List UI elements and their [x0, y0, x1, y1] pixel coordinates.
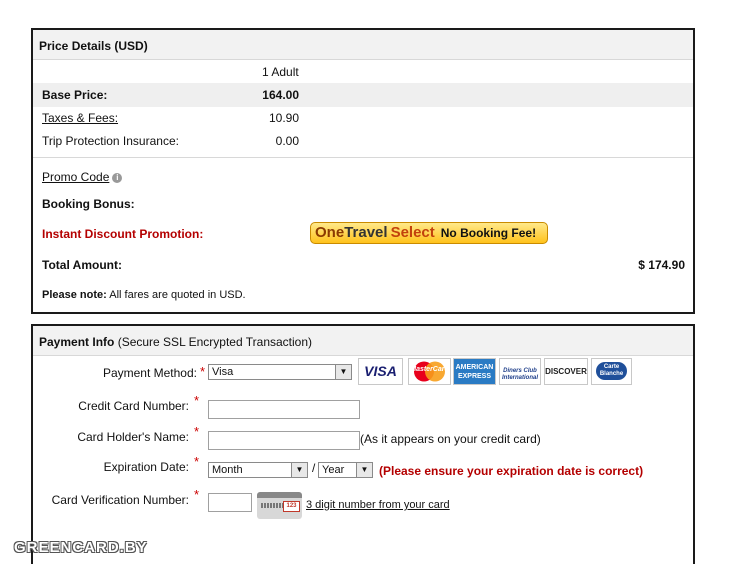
- chevron-down-icon: ▼: [356, 463, 372, 477]
- date-separator: /: [312, 461, 316, 475]
- note-text: All fares are quoted in USD.: [109, 289, 246, 301]
- card-verification-label: Card Verification Number:: [51, 493, 189, 507]
- required-mark: *: [194, 487, 200, 502]
- booking-bonus-label: Booking Bonus:: [42, 197, 135, 211]
- payment-method-label: Payment Method:: [102, 366, 197, 380]
- expiration-warning: (Please ensure your expiration date is c…: [379, 464, 644, 478]
- card-holder-name-label: Card Holder's Name:: [77, 430, 189, 444]
- card-holder-hint: (As it appears on your credit card): [360, 432, 541, 446]
- expiration-date-label: Expiration Date:: [103, 460, 189, 474]
- payment-info-header: Payment Info (Secure SSL Encrypted Trans…: [33, 326, 693, 356]
- chevron-down-icon: ▼: [291, 463, 307, 477]
- taxes-fees-value: 10.90: [268, 111, 299, 125]
- payment-info-title: Payment Info: [39, 335, 115, 349]
- payment-method-value: Visa: [212, 366, 234, 378]
- payment-info-subtitle: (Secure SSL Encrypted Transaction): [117, 335, 313, 349]
- amex-logo-icon: AMERICAN EXPRESS: [453, 358, 496, 385]
- credit-card-number-input[interactable]: [208, 400, 360, 419]
- promo-code-row: Promo Code i: [42, 170, 123, 184]
- trip-protection-value: 0.00: [275, 134, 299, 148]
- watermark: GREENCARD.BY: [14, 539, 148, 556]
- payment-method-select[interactable]: Visa ▼: [208, 364, 352, 380]
- discover-logo-icon: DISCOVER: [544, 358, 588, 385]
- chevron-down-icon: ▼: [335, 365, 351, 379]
- expiration-month-value: Month: [212, 464, 243, 476]
- cvv-help-link[interactable]: 3 digit number from your card: [306, 499, 450, 511]
- base-price-label: Base Price:: [42, 88, 108, 102]
- price-details-header: Price Details (USD): [33, 30, 693, 60]
- total-amount-value: $ 174.90: [638, 258, 685, 272]
- mastercard-logo-icon: MasterCard: [408, 358, 451, 385]
- required-mark: *: [194, 393, 200, 408]
- expiration-year-value: Year: [322, 464, 345, 476]
- trip-protection-label: Trip Protection Insurance:: [42, 134, 179, 148]
- base-price-row: [33, 83, 693, 107]
- taxes-fees-link[interactable]: Taxes & Fees:: [42, 111, 118, 125]
- badge-one: One: [315, 224, 345, 241]
- diners-club-logo-icon: Diners Club International: [499, 358, 541, 385]
- instant-discount-label: Instant Discount Promotion:: [42, 227, 204, 241]
- note-label: Please note:: [42, 289, 107, 301]
- card-verification-input[interactable]: [208, 493, 252, 512]
- credit-card-number-label: Credit Card Number:: [78, 399, 189, 413]
- required-mark: *: [200, 364, 206, 379]
- badge-travel: Travel: [344, 224, 388, 241]
- info-icon[interactable]: i: [112, 173, 123, 183]
- onetravel-select-badge: OneTravel Select No Booking Fee!: [310, 222, 548, 244]
- required-mark: *: [194, 454, 200, 469]
- badge-select: Select: [390, 224, 435, 241]
- carte-blanche-logo-icon: Carte Blanche: [591, 358, 632, 385]
- passenger-column-header: 1 Adult: [262, 65, 299, 79]
- price-note: Please note: All fares are quoted in USD…: [42, 289, 246, 301]
- payment-info-panel: Payment Info (Secure SSL Encrypted Trans…: [31, 324, 695, 564]
- cvv-card-icon: 123: [257, 492, 302, 519]
- base-price-value: 164.00: [262, 88, 299, 102]
- expiration-year-select[interactable]: Year ▼: [318, 462, 373, 478]
- promo-code-link[interactable]: Promo Code: [42, 170, 109, 184]
- required-mark: *: [194, 424, 200, 439]
- total-amount-label: Total Amount:: [42, 258, 122, 272]
- visa-logo-icon: VISA: [358, 358, 403, 385]
- divider: [33, 157, 693, 158]
- expiration-month-select[interactable]: Month ▼: [208, 462, 308, 478]
- badge-no-fee: No Booking Fee!: [440, 226, 537, 240]
- price-details-panel: Price Details (USD) 1 Adult Base Price: …: [31, 28, 695, 314]
- card-holder-name-input[interactable]: [208, 431, 360, 450]
